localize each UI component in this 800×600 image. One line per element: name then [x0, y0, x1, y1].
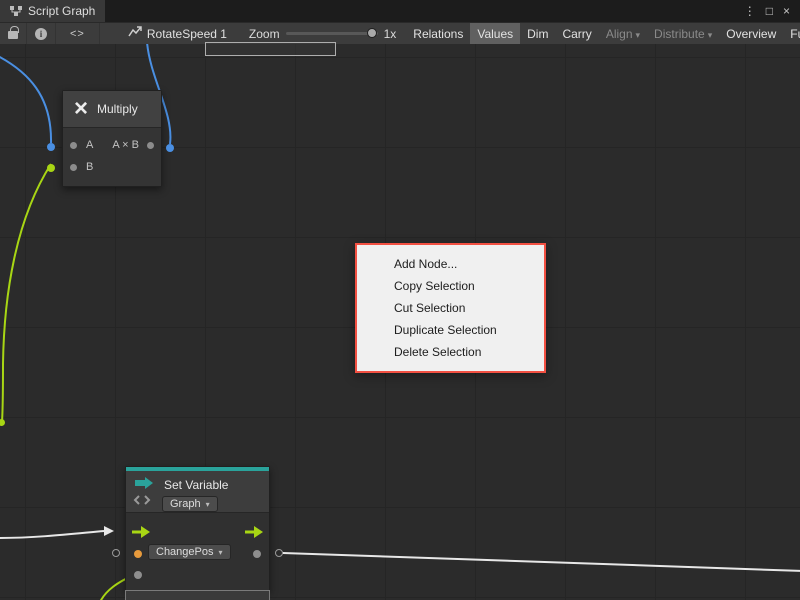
overview-button[interactable]: Overview [719, 23, 783, 45]
caret-down-icon: ▾ [708, 30, 713, 40]
node-multiply[interactable]: × Multiply A A × B B [62, 90, 162, 187]
canvas-overlay-box [205, 42, 336, 56]
graph-breadcrumb[interactable]: RotateSpeed 1 [128, 26, 227, 41]
values-button[interactable]: Values [470, 23, 520, 45]
window-menu-icon[interactable]: ⋮ [744, 5, 756, 17]
port-label-result: A × B [112, 139, 139, 151]
wire-green-b[interactable] [2, 164, 51, 422]
menu-item-cut-selection[interactable]: Cut Selection [357, 297, 544, 319]
wire-endpoint-green[interactable] [47, 164, 55, 172]
menu-item-delete-selection[interactable]: Delete Selection [357, 341, 544, 363]
caret-down-icon: ▾ [206, 500, 210, 509]
node-title: Multiply [97, 102, 138, 116]
code-icon: <> [70, 28, 85, 40]
value-output-port[interactable] [253, 550, 261, 558]
graph-canvas[interactable]: × Multiply A A × B B [0, 44, 800, 600]
lock-button[interactable] [0, 23, 27, 45]
fullscreen-button[interactable]: Full Screen [783, 23, 800, 45]
graph-icon [128, 26, 142, 41]
multiply-icon: × [74, 97, 88, 121]
zoom-slider[interactable] [286, 32, 378, 35]
value-input-port[interactable] [134, 550, 142, 558]
node-set-variable[interactable]: Set Variable Graph ▾ [125, 466, 270, 591]
output-port-result[interactable] [147, 142, 154, 149]
toolbar-buttons: Relations Values Dim Carry Align▾ Distri… [406, 23, 800, 45]
node-set-variable-body: ChangePos ▾ [126, 513, 269, 590]
port-row-b: B [63, 156, 161, 178]
input-port-b[interactable] [70, 164, 77, 171]
tab-label: Script Graph [28, 4, 95, 18]
menu-item-copy-selection[interactable]: Copy Selection [357, 275, 544, 297]
wire-endpoint-blue[interactable] [47, 143, 55, 151]
variable-name-dropdown[interactable]: ChangePos ▾ [148, 544, 231, 560]
caret-down-icon: ▾ [636, 30, 641, 40]
node-partial-bottom[interactable] [125, 590, 270, 600]
proxy-port-left[interactable] [112, 549, 120, 557]
proxy-port-right[interactable] [275, 549, 283, 557]
info-icon: i [35, 28, 47, 40]
fallback-input-port[interactable] [134, 571, 142, 579]
dim-button[interactable]: Dim [520, 23, 555, 45]
caret-down-icon: ▾ [219, 548, 223, 557]
align-dropdown-button[interactable]: Align▾ [599, 23, 647, 45]
port-label-a: A [86, 139, 93, 151]
wire-white-output[interactable] [283, 553, 800, 571]
zoom-label: Zoom [249, 27, 280, 41]
wire-white-input[interactable] [0, 531, 104, 538]
port-row-a: A A × B [63, 134, 161, 156]
carry-button[interactable]: Carry [555, 23, 598, 45]
input-port-a[interactable] [70, 142, 77, 149]
zoom-value: 1x [384, 27, 397, 41]
flow-wire-arrowhead [104, 526, 114, 536]
node-multiply-header[interactable]: × Multiply [63, 91, 161, 128]
distribute-dropdown-button[interactable]: Distribute▾ [647, 23, 719, 45]
wire-blue-input[interactable] [0, 56, 51, 143]
script-graph-icon [10, 5, 22, 17]
maximize-icon[interactable]: □ [766, 5, 773, 17]
node-title: Set Variable [164, 478, 228, 492]
lock-icon [8, 31, 18, 39]
menu-item-add-node[interactable]: Add Node... [357, 253, 544, 275]
context-menu: Add Node... Copy Selection Cut Selection… [355, 243, 546, 373]
wire-endpoint-blue[interactable] [166, 144, 174, 152]
tab-script-graph[interactable]: Script Graph [0, 0, 105, 22]
script-graph-window: Script Graph ⋮ □ × i <> RotateSpeed 1 [0, 0, 800, 600]
inspect-button[interactable]: i [27, 23, 56, 45]
relations-button[interactable]: Relations [406, 23, 470, 45]
port-label-b: B [86, 161, 93, 173]
graph-toolbar: i <> RotateSpeed 1 Zoom 1x Relations Val… [0, 22, 800, 44]
breadcrumb-label: RotateSpeed 1 [147, 27, 227, 41]
flow-input-port[interactable] [132, 525, 150, 543]
flow-output-port[interactable] [245, 525, 263, 543]
window-tab-bar: Script Graph ⋮ □ × [0, 0, 800, 22]
node-set-variable-header[interactable]: Set Variable Graph ▾ [126, 471, 269, 513]
variable-scope-dropdown[interactable]: Graph ▾ [162, 496, 218, 512]
close-icon[interactable]: × [783, 5, 790, 17]
set-variable-icon [133, 476, 159, 511]
menu-item-duplicate-selection[interactable]: Duplicate Selection [357, 319, 544, 341]
node-multiply-body: A A × B B [63, 128, 161, 186]
code-preview-button[interactable]: <> [56, 23, 100, 45]
window-controls: ⋮ □ × [744, 0, 800, 22]
zoom-control: Zoom 1x [249, 27, 396, 41]
zoom-slider-knob[interactable] [367, 28, 377, 38]
